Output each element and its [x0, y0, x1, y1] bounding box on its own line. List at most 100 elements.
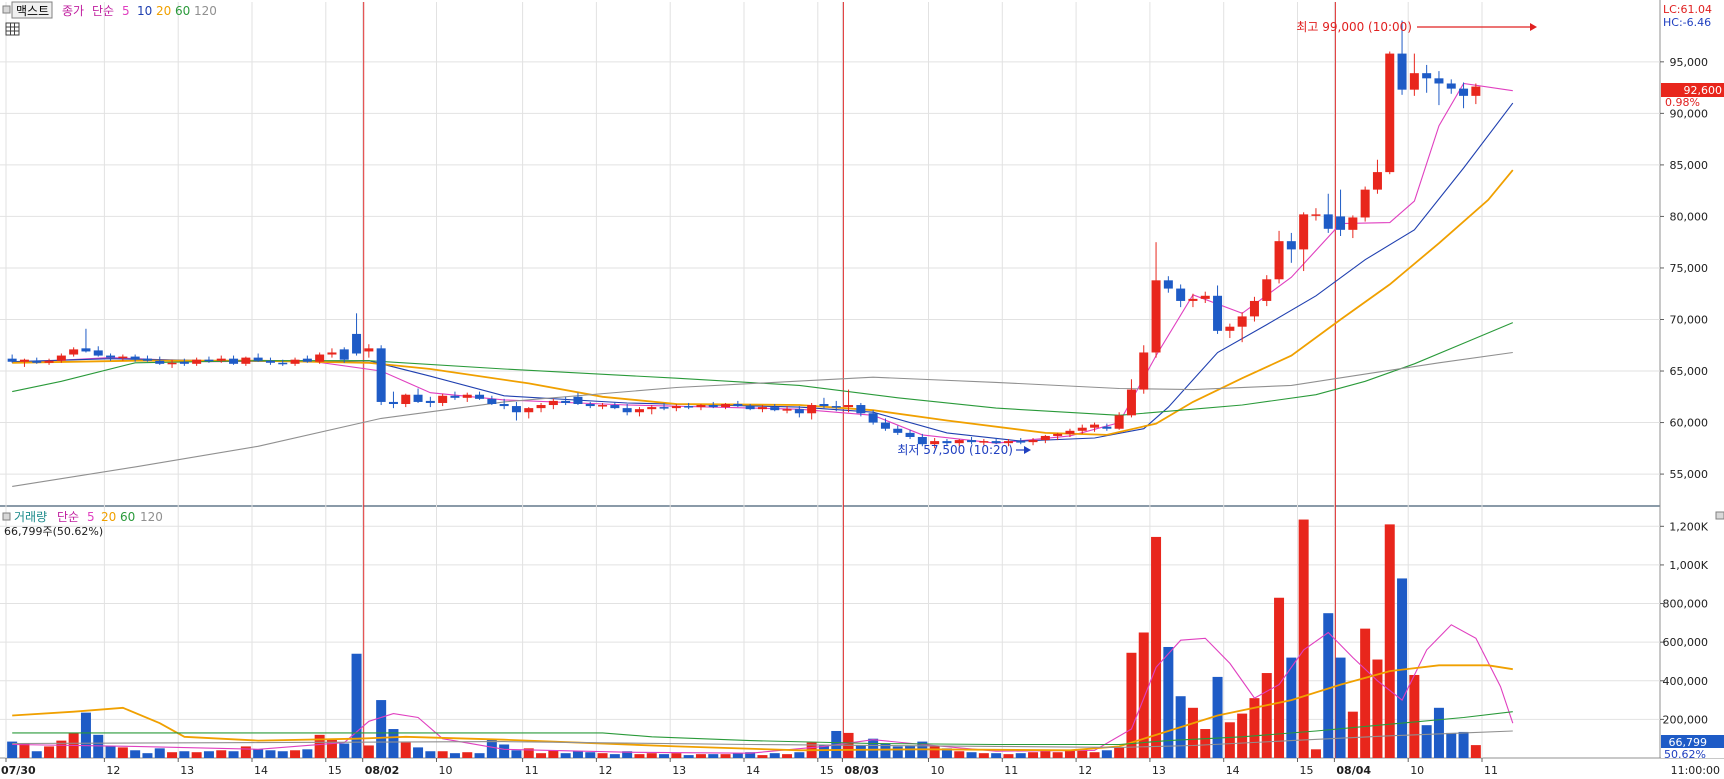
candle-body: [32, 360, 42, 363]
volume-bar: [191, 752, 202, 758]
candle-body: [1249, 300, 1259, 317]
collapse-icon[interactable]: [2, 5, 11, 14]
y-tick-label: 75,000: [1670, 262, 1709, 275]
volume-bar: [31, 751, 42, 758]
candle-body: [1409, 73, 1419, 90]
y-tick-label: 55,000: [1670, 468, 1709, 481]
candle-body: [19, 359, 29, 362]
volume-bar: [462, 752, 473, 758]
volume-bar: [425, 751, 436, 758]
volume-bar: [695, 754, 706, 758]
volume-bar: [1064, 750, 1075, 758]
y-tick-label: 60,000: [1670, 417, 1709, 430]
x-tick-label: 12: [106, 764, 120, 777]
volume-bar: [1003, 754, 1014, 758]
volume-bar: [929, 746, 940, 758]
candle-body: [142, 358, 152, 361]
legend-vma20[interactable]: 20: [101, 510, 116, 524]
legend-vma120[interactable]: 120: [140, 510, 163, 524]
candle-body: [1311, 214, 1321, 216]
legend-vma60[interactable]: 60: [120, 510, 135, 524]
x-tick-label: 10: [439, 764, 453, 777]
legend-ma20[interactable]: 20: [156, 4, 171, 18]
candle-body: [56, 355, 66, 361]
volume-bar: [376, 700, 387, 758]
volume-bar: [277, 751, 288, 758]
candle-body: [634, 409, 644, 413]
volume-bar: [1310, 749, 1321, 758]
candle-body: [339, 349, 349, 360]
legend-vma5[interactable]: 5: [87, 510, 95, 524]
candle-body: [44, 360, 54, 363]
candle-body: [7, 358, 17, 362]
candle-body: [302, 358, 312, 362]
candle-body: [1090, 424, 1100, 428]
candle-body: [696, 405, 706, 408]
x-tick-label: 11: [525, 764, 539, 777]
legend-ma60[interactable]: 60: [175, 4, 190, 18]
legend-simple[interactable]: 단순: [92, 4, 114, 18]
legend-simple[interactable]: 단순: [57, 510, 79, 524]
y-tick-label: 90,000: [1670, 107, 1709, 120]
table-icon[interactable]: [5, 22, 20, 36]
candle-body: [1360, 189, 1370, 218]
volume-bar: [499, 744, 510, 758]
volume-bar: [413, 747, 424, 758]
candle-body: [893, 428, 903, 433]
legend-ma120[interactable]: 120: [194, 4, 217, 18]
x-tick-label: 14: [1226, 764, 1240, 777]
volume-bar: [732, 753, 743, 758]
volume-bar: [117, 747, 128, 758]
y-tick-label: 1,000K: [1669, 559, 1708, 572]
candle-body: [757, 407, 767, 410]
y-tick-label: 70,000: [1670, 313, 1709, 326]
pane-divider[interactable]: [0, 505, 1660, 507]
volume-bar: [19, 743, 30, 758]
volume-bar: [1409, 674, 1420, 758]
legend-volume[interactable]: 거래량: [14, 510, 47, 524]
pane-resize-icon[interactable]: [1715, 511, 1724, 520]
volume-bar: [302, 749, 313, 758]
candle-body: [216, 358, 226, 361]
candle-body: [1471, 86, 1481, 96]
legend-ma10[interactable]: 10: [137, 4, 152, 18]
volume-bar: [1384, 524, 1395, 758]
candle-body: [868, 413, 878, 423]
candle-body: [708, 405, 718, 408]
candle-body: [167, 362, 177, 365]
volume-badge: 66,799 50.62%: [1661, 735, 1724, 761]
volume-bar: [216, 750, 227, 758]
volume-bar: [1187, 707, 1198, 758]
volume-bar: [782, 754, 793, 758]
candle-body: [241, 357, 251, 364]
candle-body: [1200, 295, 1210, 299]
candle-body: [1163, 280, 1173, 289]
candle-body: [1126, 389, 1136, 416]
candle-body: [1028, 440, 1038, 443]
candle-body: [1372, 172, 1382, 190]
candle-body: [782, 409, 792, 411]
candle: [1139, 345, 1149, 394]
volume-bar: [954, 751, 965, 758]
volume-bar: [1101, 750, 1112, 758]
candle-body: [622, 408, 632, 413]
volume-bar: [314, 734, 325, 758]
candle-body: [1213, 295, 1223, 331]
candle-body: [1323, 214, 1333, 229]
legend-ma5[interactable]: 5: [122, 4, 130, 18]
volume-bar: [1433, 707, 1444, 758]
candle-body: [179, 361, 189, 364]
volume-bar: [708, 754, 719, 758]
volume-bar: [1200, 729, 1211, 758]
volume-bar: [1261, 673, 1272, 758]
candle-body: [819, 404, 829, 407]
volume-bar: [585, 752, 596, 758]
candle-body: [1176, 288, 1186, 301]
y-tick-label: 1,200K: [1669, 520, 1708, 533]
candle-body: [1262, 279, 1272, 301]
collapse-icon[interactable]: [2, 512, 11, 521]
x-tick-label: 12: [598, 764, 612, 777]
y-tick-label: 85,000: [1670, 159, 1709, 172]
volume-bar: [1298, 519, 1309, 758]
legend-close[interactable]: 종가: [62, 4, 84, 18]
